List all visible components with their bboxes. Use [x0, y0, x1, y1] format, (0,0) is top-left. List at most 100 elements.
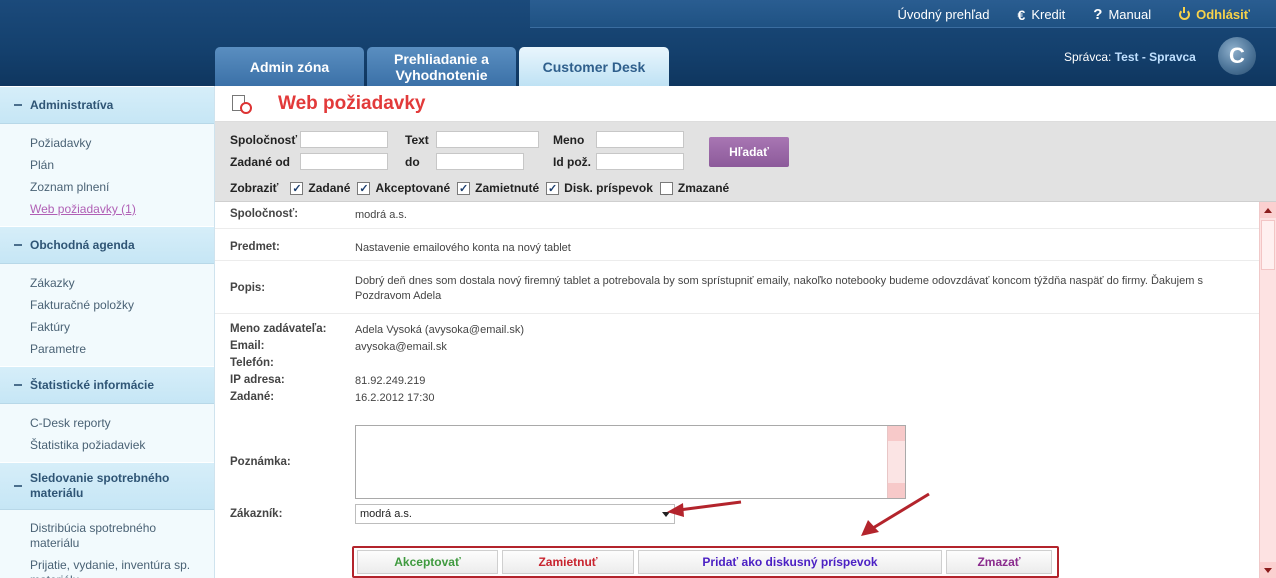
name-filter-input[interactable]: [596, 131, 684, 148]
check-label: Zamietnuté: [475, 181, 540, 195]
sidebar-item-statistika-poziadaviek[interactable]: Štatistika požiadaviek: [30, 434, 214, 456]
tab-label: Admin zóna: [249, 58, 330, 75]
check-zmazane[interactable]: Zmazané: [659, 181, 730, 195]
sidebar-item-web-poziadavky[interactable]: Web požiadavky (1): [30, 198, 214, 220]
ip-value: 81.92.249.219: [355, 375, 426, 387]
subject-value: Nastavenie emailového konta na nový tabl…: [355, 242, 571, 254]
sidebar-item-plan[interactable]: Plán: [30, 154, 214, 176]
manual-label: Manual: [1108, 7, 1152, 22]
sidebar-item-cdesk-reporty[interactable]: C-Desk reporty: [30, 412, 214, 434]
scroll-down-icon[interactable]: [1260, 562, 1276, 578]
note-scrollbar[interactable]: [887, 426, 905, 498]
admin-name[interactable]: Test - Spravca: [1115, 50, 1196, 64]
section-body: Požiadavky Plán Zoznam plnení Web požiad…: [0, 124, 214, 226]
sidebar-item-zakazky[interactable]: Zákazky: [30, 272, 214, 294]
check-label: Zmazané: [677, 181, 730, 195]
credit-link[interactable]: € Kredit: [1018, 6, 1066, 23]
collapse-icon: [14, 104, 22, 106]
scroll-up-icon[interactable]: [1260, 202, 1276, 218]
annotation-arrow-buttons: [861, 492, 930, 536]
logout-label: Odhlásiť: [1196, 7, 1250, 22]
check-zadane[interactable]: ✓ Zadané: [290, 181, 350, 195]
section-title: Štatistické informácie: [30, 378, 155, 392]
check-disk-prispevok[interactable]: ✓ Disk. príspevok: [546, 181, 653, 195]
admin-user: Správca: Test - Spravca: [1064, 50, 1196, 64]
help-icon: ?: [1093, 6, 1103, 23]
text-filter-label: Text: [405, 133, 429, 147]
section-title: Sledovanie spotrebného materiálu: [30, 471, 170, 500]
delete-button[interactable]: Zmazať: [946, 550, 1052, 574]
page-title: Web požiadavky: [278, 92, 426, 114]
email-label: Email:: [230, 340, 265, 352]
date-to-input[interactable]: [436, 153, 524, 170]
logo-letter: C: [1229, 43, 1245, 68]
check-label: Zadané: [308, 181, 351, 195]
sidebar-section-spotrebny-material[interactable]: Sledovanie spotrebného materiálu: [0, 462, 214, 510]
text-filter-input[interactable]: [436, 131, 539, 148]
add-discussion-button[interactable]: Pridať ako diskusný príspevok: [638, 550, 942, 574]
page-title-bar: Web požiadavky: [215, 86, 1276, 122]
checkbox[interactable]: [659, 181, 673, 195]
discussion-label: Pridať ako diskusný príspevok: [702, 555, 878, 569]
date-from-label: Zadané od: [230, 155, 291, 169]
checkbox[interactable]: ✓: [290, 181, 304, 195]
collapse-icon: [14, 485, 22, 487]
check-label: Akceptované: [375, 181, 451, 195]
name-filter-label: Meno: [553, 133, 585, 147]
requester-value: Adela Vysoká (avysoka@email.sk): [355, 324, 525, 336]
company-filter-input[interactable]: [300, 131, 388, 148]
checkbox[interactable]: ✓: [546, 181, 560, 195]
accept-button[interactable]: Akceptovať: [357, 550, 498, 574]
section-title: Obchodná agenda: [30, 238, 135, 252]
description-value: Dobrý deň dnes som dostala nový firemný …: [355, 275, 1203, 302]
scroll-thumb[interactable]: [1261, 220, 1275, 270]
sidebar-item-fakturacne-polozky[interactable]: Fakturačné položky: [30, 294, 214, 316]
tab-label: Customer Desk: [542, 58, 646, 75]
customer-label: Zákazník:: [230, 508, 283, 520]
sidebar-section-obchodna-agenda[interactable]: Obchodná agenda: [0, 226, 214, 264]
main-tabs: Admin zóna Prehliadanie a Vyhodnotenie C…: [215, 47, 669, 86]
sidebar-item-zoznam-plneni[interactable]: Zoznam plnení: [30, 176, 214, 198]
tab-label: Prehliadanie a Vyhodnotenie: [394, 50, 489, 83]
sidebar-section-statisticke-informacie[interactable]: Štatistické informácie: [0, 366, 214, 404]
tab-browse-evaluate[interactable]: Prehliadanie a Vyhodnotenie: [367, 47, 516, 86]
credit-label: Kredit: [1031, 7, 1066, 22]
section-body: C-Desk reporty Štatistika požiadaviek: [0, 404, 214, 462]
ip-label: IP adresa:: [230, 374, 285, 386]
reject-button[interactable]: Zamietnuť: [502, 550, 634, 574]
reject-label: Zamietnuť: [538, 555, 598, 569]
sidebar-item-faktury[interactable]: Faktúry: [30, 316, 214, 338]
checkbox[interactable]: ✓: [357, 181, 371, 195]
sidebar-item-distribucia[interactable]: Distribúcia spotrebného materiálu: [30, 518, 200, 555]
top-nav: Úvodný prehľad € Kredit ? Manual Odhlási…: [898, 6, 1250, 23]
date-from-input[interactable]: [300, 153, 388, 170]
description-label: Popis:: [230, 282, 266, 294]
check-zamietnute[interactable]: ✓ Zamietnuté: [457, 181, 539, 195]
admin-prefix: Správca:: [1064, 50, 1112, 64]
request-id-input[interactable]: [596, 153, 684, 170]
note-textarea[interactable]: [355, 425, 906, 499]
sidebar-item-poziadavky[interactable]: Požiadavky: [30, 132, 214, 154]
tab-admin-zone[interactable]: Admin zóna: [215, 47, 364, 86]
check-akceptovane[interactable]: ✓ Akceptované: [357, 181, 450, 195]
requester-label: Meno zadávateľa:: [230, 323, 327, 335]
accept-label: Akceptovať: [394, 555, 461, 569]
customer-select[interactable]: modrá a.s.: [355, 504, 675, 524]
logout-link[interactable]: Odhlásiť: [1179, 6, 1250, 23]
section-body: Distribúcia spotrebného materiálu Prijat…: [0, 510, 214, 578]
search-button-label: Hľadať: [729, 145, 769, 159]
sidebar-section-administrativa[interactable]: Administratíva: [0, 86, 214, 124]
sidebar-item-parametre[interactable]: Parametre: [30, 338, 214, 360]
date-to-label: do: [405, 155, 420, 169]
manual-link[interactable]: ? Manual: [1093, 6, 1151, 23]
checkbox[interactable]: ✓: [457, 181, 471, 195]
page-scrollbar[interactable]: [1259, 202, 1276, 578]
overview-link[interactable]: Úvodný prehľad: [898, 6, 990, 23]
sidebar-item-prijatie-vydanie[interactable]: Prijatie, vydanie, inventúra sp. materiá…: [30, 555, 200, 578]
main-content: Web požiadavky Spoločnosť Text Meno Zada…: [215, 86, 1276, 578]
request-id-label: Id pož.: [553, 155, 591, 169]
power-icon: [1179, 7, 1191, 20]
search-button[interactable]: Hľadať: [709, 137, 789, 167]
tab-customer-desk[interactable]: Customer Desk: [519, 47, 669, 86]
request-detail: Spoločnosť: modrá a.s. Predmet: Nastaven…: [215, 202, 1259, 578]
